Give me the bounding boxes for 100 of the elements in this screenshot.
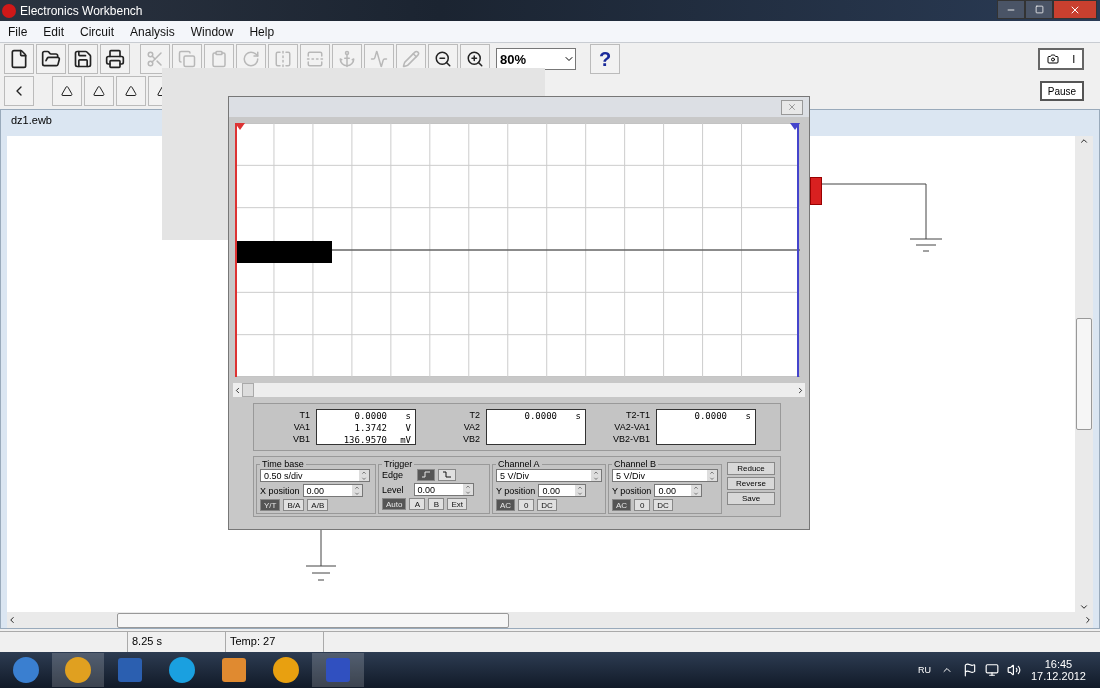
readout-label: VA1 xyxy=(293,421,310,433)
ground-drawing xyxy=(304,528,338,584)
pause-button[interactable]: Pause xyxy=(1040,81,1084,101)
coupling-button[interactable]: DC xyxy=(653,499,673,511)
field-label: Edge xyxy=(382,470,404,480)
scroll-thumb[interactable] xyxy=(1076,318,1092,430)
spin-field[interactable]: 0.00 xyxy=(654,484,703,497)
spin-field[interactable]: 0.00 xyxy=(413,483,474,496)
edge-button[interactable] xyxy=(417,469,436,481)
scroll-thumb[interactable] xyxy=(117,612,509,628)
field-label: Level xyxy=(382,484,404,495)
scroll-up-icon[interactable] xyxy=(1079,136,1089,146)
coupling-button[interactable]: 0 xyxy=(518,499,535,511)
spin-field[interactable]: 0.50 s/div xyxy=(260,469,370,482)
source-button[interactable]: A xyxy=(409,498,426,510)
coupling-button[interactable]: AC xyxy=(496,499,516,511)
spin-arrows-icon[interactable] xyxy=(462,484,473,495)
edge-icon xyxy=(421,470,432,479)
menu-item[interactable]: Analysis xyxy=(122,24,183,39)
readout-label: T2 xyxy=(469,409,480,421)
action-button[interactable]: Reduce xyxy=(727,462,775,475)
readout-label: VA2 xyxy=(463,421,480,433)
edge-icon xyxy=(442,470,453,479)
readout-label: VB2 xyxy=(463,433,480,445)
scroll-left-icon[interactable] xyxy=(7,615,17,625)
new-file-icon[interactable] xyxy=(4,44,34,74)
flag-icon[interactable] xyxy=(962,663,977,677)
readout-label: VA2-VA1 xyxy=(614,421,650,433)
cursor-marker-icon[interactable] xyxy=(790,123,800,130)
document-title: dz1.ewb xyxy=(10,113,53,128)
readout-value: 0.0000 xyxy=(524,410,557,422)
readout-value: 136.9570 xyxy=(343,434,387,446)
spin-arrows-icon[interactable] xyxy=(691,485,702,496)
coupling-button[interactable]: AC xyxy=(612,499,632,511)
maximize-button[interactable] xyxy=(1025,0,1053,19)
group-title: Time base xyxy=(261,459,305,469)
source-button[interactable]: Auto xyxy=(382,498,407,510)
spin-field[interactable]: 5 V/Div xyxy=(496,469,602,482)
readout-unit: V xyxy=(404,422,411,434)
mode-button[interactable]: B/A xyxy=(283,499,305,511)
camera-icon xyxy=(1046,53,1059,65)
readout-unit: mV xyxy=(399,434,411,446)
spin-field[interactable]: 0.00 xyxy=(302,484,363,497)
cursor-marker-icon[interactable] xyxy=(235,123,245,130)
field-label: Y position xyxy=(496,485,536,496)
readout-unit: s xyxy=(744,410,751,422)
readout-label: T2-T1 xyxy=(626,409,650,421)
field-label: X position xyxy=(260,485,300,496)
readout-value: 1.3742 xyxy=(354,422,387,434)
coupling-button[interactable]: DC xyxy=(537,499,557,511)
scroll-right-icon[interactable] xyxy=(1083,615,1093,625)
readout-value: 0.0000 xyxy=(354,410,387,422)
window-title: Electronics Workbench xyxy=(20,3,143,18)
close-button[interactable] xyxy=(1053,0,1097,19)
readout-unit: s xyxy=(574,410,581,422)
probe-connector xyxy=(810,177,822,205)
maximize-icon xyxy=(1034,5,1044,14)
source-button[interactable]: B xyxy=(428,498,445,510)
browser-taskbar-icon[interactable] xyxy=(52,653,104,687)
readout-label: VB2-VB1 xyxy=(612,433,650,445)
zoom-dropdown[interactable]: 80% xyxy=(496,48,576,70)
printer-icon[interactable] xyxy=(100,44,130,74)
clock[interactable]: 16:45 17.12.2012 xyxy=(1030,658,1086,682)
coupling-button[interactable]: 0 xyxy=(634,499,651,511)
scroll-left-icon[interactable] xyxy=(233,385,242,395)
menu-item[interactable]: Circuit xyxy=(72,24,123,39)
menu-item[interactable]: Edit xyxy=(35,24,73,39)
spin-arrows-icon[interactable] xyxy=(351,485,362,496)
group-title: Channel B xyxy=(613,459,658,469)
menu-item[interactable]: Window xyxy=(182,24,242,39)
action-button[interactable]: Reverse xyxy=(727,477,775,490)
readout-label: VB1 xyxy=(293,433,310,445)
spin-arrows-icon[interactable] xyxy=(575,485,586,496)
menu-item[interactable]: File xyxy=(0,24,36,39)
scroll-right-icon[interactable] xyxy=(796,385,805,395)
language-indicator[interactable]: RU xyxy=(917,665,931,675)
scroll-down-icon[interactable] xyxy=(1079,602,1089,612)
group-title: Trigger xyxy=(383,459,414,469)
network-icon[interactable] xyxy=(984,663,999,677)
source-button[interactable]: Ext xyxy=(447,498,468,510)
mode-button[interactable]: Y/T xyxy=(260,499,281,511)
open-folder-icon[interactable] xyxy=(36,44,66,74)
close-button[interactable] xyxy=(781,99,803,115)
readout-label: T1 xyxy=(299,409,310,421)
scroll-thumb[interactable] xyxy=(242,383,254,397)
help-button[interactable]: ? xyxy=(590,44,620,74)
spin-field[interactable]: 5 V/Div xyxy=(612,469,718,482)
field-label: Y position xyxy=(612,485,652,496)
volume-icon[interactable] xyxy=(1006,663,1021,677)
action-button[interactable]: Save xyxy=(727,492,775,505)
close-icon xyxy=(787,102,797,112)
save-icon[interactable] xyxy=(68,44,98,74)
minimize-button[interactable] xyxy=(997,0,1025,19)
mode-button[interactable]: A/B xyxy=(307,499,329,511)
menu-item[interactable]: Help xyxy=(241,24,283,39)
readout-unit: s xyxy=(404,410,411,422)
edge-button[interactable] xyxy=(438,469,457,481)
power-switch[interactable]: I xyxy=(1038,48,1084,70)
readout-value: 0.0000 xyxy=(694,410,727,422)
spin-field[interactable]: 0.00 xyxy=(538,484,587,497)
